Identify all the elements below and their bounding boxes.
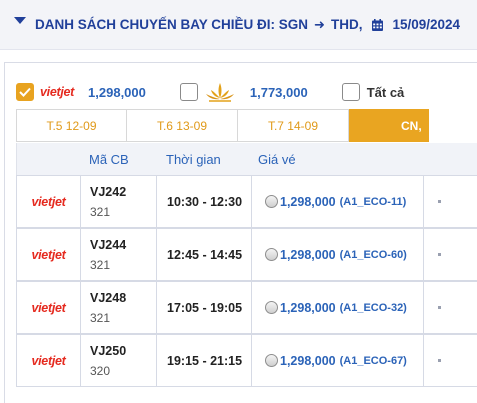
dot-marker: [438, 359, 441, 362]
flight-time: 17:05 - 19:05: [157, 282, 252, 333]
dot-marker: [438, 306, 441, 309]
extra-cell: [424, 229, 477, 280]
airline-logo-cell: vietjet: [17, 282, 81, 333]
vietjet-logo: vietjet: [31, 194, 66, 209]
vietnam-airlines-lotus-logo: [205, 81, 235, 103]
calendar-icon: [372, 18, 384, 31]
table-row[interactable]: vietjet VJ250 320 19:15 - 21:15 1,298,00…: [16, 334, 477, 387]
table-header-row: Mã CB Thời gian Giá vé: [16, 143, 477, 175]
tab-date-13-09[interactable]: T.6 13-09: [127, 109, 238, 142]
flight-code-cell: VJ250 320: [81, 335, 157, 386]
fare-price: 1,298,000: [280, 247, 336, 262]
fare-radio[interactable]: [265, 195, 278, 208]
fare-radio[interactable]: [265, 301, 278, 314]
vietjet-logo: vietjet: [40, 85, 75, 99]
table-row[interactable]: vietjet VJ242 321 10:30 - 12:30 1,298,00…: [16, 175, 477, 228]
fare-class: (A1_ECO-32): [339, 301, 407, 314]
vietnam-airlines-min-price: 1,773,000: [249, 84, 308, 100]
column-header-time: Thời gian: [166, 151, 221, 167]
fare-cell[interactable]: 1,298,000 (A1_ECO-67): [252, 335, 424, 386]
aircraft-type: 321: [90, 311, 111, 325]
extra-cell: [424, 335, 477, 386]
date-tabs: T.5 12-09 T.6 13-09 T.7 14-09 CN,: [16, 109, 429, 142]
fare-price: 1,298,000: [280, 300, 336, 315]
fare-class: (A1_ECO-60): [339, 248, 407, 261]
tab-date-14-09[interactable]: T.7 14-09: [238, 109, 349, 142]
tab-date-12-09[interactable]: T.5 12-09: [16, 109, 127, 142]
flight-code-cell: VJ242 321: [81, 176, 157, 227]
flight-time: 12:45 - 14:45: [157, 229, 252, 280]
airline-logo-cell: vietjet: [17, 229, 81, 280]
airline-filters: vietjet 1,298,000 1,773,000 Tất cả: [16, 81, 404, 103]
header-destination: THD,: [330, 17, 363, 32]
dot-marker: [438, 253, 441, 256]
header-date: 15/09/2024: [392, 17, 461, 32]
vietjet-logo: vietjet: [31, 247, 66, 262]
airline-logo-cell: vietjet: [17, 176, 81, 227]
aircraft-type: 320: [90, 364, 111, 378]
fare-radio[interactable]: [265, 354, 278, 367]
fare-class: (A1_ECO-11): [339, 195, 407, 208]
fare-cell[interactable]: 1,298,000 (A1_ECO-60): [252, 229, 424, 280]
fare-price: 1,298,000: [280, 194, 336, 209]
fare-price: 1,298,000: [280, 353, 336, 368]
tab-date-15-09-selected[interactable]: CN,: [349, 109, 429, 142]
fare-cell[interactable]: 1,298,000 (A1_ECO-11): [252, 176, 424, 227]
column-header-code: Mã CB: [89, 151, 129, 167]
table-row[interactable]: vietjet VJ244 321 12:45 - 14:45 1,298,00…: [16, 228, 477, 281]
fare-cell[interactable]: 1,298,000 (A1_ECO-32): [252, 282, 424, 333]
extra-cell: [424, 176, 477, 227]
flight-number: VJ244: [90, 238, 127, 252]
flight-number: VJ250: [90, 344, 127, 358]
checkmark-icon: [19, 87, 31, 97]
flight-number: VJ242: [90, 185, 127, 199]
flight-time: 10:30 - 12:30: [157, 176, 252, 227]
fare-radio[interactable]: [265, 248, 278, 261]
vietjet-logo: vietjet: [31, 353, 66, 368]
all-airlines-label[interactable]: Tất cả: [367, 85, 405, 100]
aircraft-type: 321: [90, 205, 111, 219]
flight-results-panel: vietjet 1,298,000 1,773,000 Tất cả T.5 1…: [4, 62, 477, 403]
arrow-right-icon: ➜: [314, 16, 325, 32]
flight-number: VJ248: [90, 291, 127, 305]
flight-list-header[interactable]: DANH SÁCH CHUYẾN BAY CHIỀU ĐI: SGN ➜ THD…: [0, 0, 477, 50]
caret-down-icon[interactable]: [14, 17, 26, 24]
table-row[interactable]: vietjet VJ248 321 17:05 - 19:05 1,298,00…: [16, 281, 477, 334]
vietnam-airlines-filter-checkbox[interactable]: [179, 83, 198, 101]
all-airlines-checkbox[interactable]: [341, 83, 360, 101]
column-header-price: Giá vé: [258, 151, 296, 167]
fare-class: (A1_ECO-67): [339, 354, 407, 367]
extra-cell: [424, 282, 477, 333]
header-title: DANH SÁCH CHUYẾN BAY CHIỀU ĐI: SGN: [35, 17, 309, 32]
vietjet-filter-checkbox[interactable]: [16, 83, 34, 101]
flight-time: 19:15 - 21:15: [157, 335, 252, 386]
vietjet-min-price: 1,298,000: [88, 84, 146, 100]
flight-code-cell: VJ244 321: [81, 229, 157, 280]
vietjet-logo: vietjet: [31, 300, 66, 315]
dot-marker: [438, 200, 441, 203]
flight-code-cell: VJ248 321: [81, 282, 157, 333]
flight-table: Mã CB Thời gian Giá vé vietjet VJ242 321…: [16, 143, 477, 387]
airline-logo-cell: vietjet: [17, 335, 81, 386]
aircraft-type: 321: [90, 258, 111, 272]
